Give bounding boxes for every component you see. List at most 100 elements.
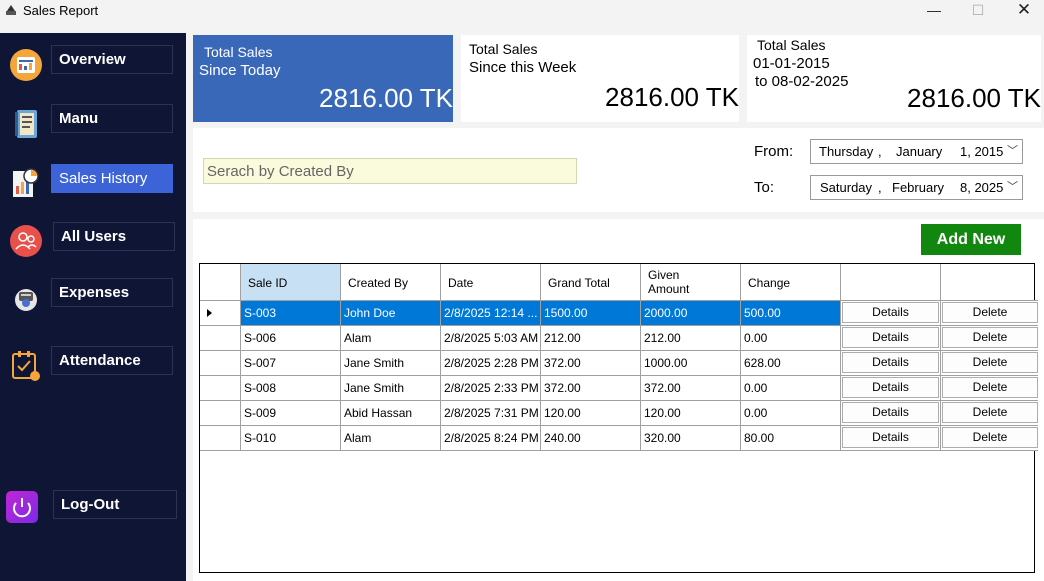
row-header[interactable] [200,401,241,426]
table-row[interactable]: S-003 John Doe 2/8/2025 12:14 ... 1500.00 20… [200,301,1038,326]
column-header-sale-id[interactable]: Sale ID [241,264,341,301]
table-cell[interactable]: 0.00 [741,401,841,426]
table-cell[interactable]: 2/8/2025 7:31 PM [441,401,541,426]
card-title: Total Sales [204,44,273,60]
card-sales-today: Total Sales Since Today 2816.00 TK [193,35,453,122]
row-header[interactable] [200,351,241,376]
column-header-created-by[interactable]: Created By [341,264,441,301]
sidebar-item-sales-history[interactable]: Sales History [0,162,186,202]
table-cell[interactable]: Jane Smith [341,351,441,376]
attendance-button[interactable]: Attendance [51,346,173,375]
sidebar-item-overview[interactable]: Overview [0,44,186,84]
table-cell[interactable]: 2/8/2025 5:03 AM [441,326,541,351]
title-bar: Sales Report — ☐ ✕ [0,0,1044,24]
card-sales-range: Total Sales 01-01-2015 to 08-02-2025 281… [747,35,1041,122]
table-cell[interactable]: Alam [341,326,441,351]
table-row[interactable]: S-009 Abid Hassan 2/8/2025 7:31 PM 120.00 12… [200,401,1038,426]
table-cell[interactable]: 500.00 [741,301,841,326]
to-sep: , [878,180,882,195]
column-header-given-amount[interactable]: Given Amount [641,264,741,301]
table-cell[interactable]: 372.00 [541,351,641,376]
manu-button[interactable]: Manu [51,104,173,133]
logout-button[interactable]: Log-Out [53,490,177,519]
table-row[interactable]: S-007 Jane Smith 2/8/2025 2:28 PM 372.00 100… [200,351,1038,376]
table-cell[interactable]: S-003 [241,301,341,326]
maximize-button[interactable]: ☐ [955,0,1001,22]
from-date-picker[interactable]: Thursday , January 1, 2015 ﹀ [810,139,1023,164]
table-cell[interactable]: 120.00 [541,401,641,426]
table-cell[interactable]: 320.00 [641,426,741,451]
table-cell[interactable]: 2000.00 [641,301,741,326]
delete-button[interactable]: Delete [942,352,1038,373]
row-header-corner [200,264,241,301]
from-day-year: 1, 2015 [960,144,1004,159]
details-button[interactable]: Details [842,302,939,323]
row-header[interactable] [200,376,241,401]
search-input[interactable] [203,158,577,184]
table-row[interactable]: S-010 Alam 2/8/2025 8:24 PM 240.00 320.00 80.… [200,426,1038,451]
column-header-grand-total[interactable]: Grand Total [541,264,641,301]
delete-button[interactable]: Delete [942,302,1038,323]
overview-button[interactable]: Overview [51,45,173,74]
table-cell[interactable]: 120.00 [641,401,741,426]
table-cell[interactable]: 372.00 [641,376,741,401]
column-header-change[interactable]: Change [741,264,841,301]
table-cell[interactable]: Jane Smith [341,376,441,401]
sidebar-item-attendance[interactable]: Attendance [0,344,186,384]
details-button[interactable]: Details [842,427,939,448]
table-cell[interactable]: S-009 [241,401,341,426]
table-cell[interactable]: Alam [341,426,441,451]
delete-button[interactable]: Delete [942,377,1038,398]
overview-icon [10,49,42,81]
add-new-button[interactable]: Add New [921,224,1021,255]
details-button[interactable]: Details [842,377,939,398]
delete-cell: Delete [941,401,1038,426]
sidebar-item-expenses[interactable]: Expenses [0,277,186,317]
sidebar-item-all-users[interactable]: All Users [0,220,186,260]
delete-button[interactable]: Delete [942,402,1038,423]
sidebar-item-manu[interactable]: Manu [0,103,186,143]
card-value: 2816.00 TK [907,83,1041,113]
sidebar-item-logout[interactable]: Log-Out [0,488,186,528]
table-cell[interactable]: S-007 [241,351,341,376]
close-button[interactable]: ✕ [1001,0,1044,22]
minimize-button[interactable]: — [911,0,957,22]
table-cell[interactable]: 212.00 [641,326,741,351]
table-cell[interactable]: 240.00 [541,426,641,451]
expenses-button[interactable]: Expenses [51,278,173,307]
row-header[interactable] [200,326,241,351]
column-header-date[interactable]: Date [441,264,541,301]
all-users-button[interactable]: All Users [53,222,175,251]
from-weekday: Thursday [819,144,874,159]
details-button[interactable]: Details [842,327,939,348]
table-cell[interactable]: John Doe [341,301,441,326]
card-range-end: to 08-02-2025 [755,73,849,90]
table-row[interactable]: S-006 Alam 2/8/2025 5:03 AM 212.00 212.00 0.0… [200,326,1038,351]
table-cell[interactable]: 0.00 [741,376,841,401]
table-cell[interactable]: 2/8/2025 2:33 PM [441,376,541,401]
card-sales-week: Total Sales Since this Week 2816.00 TK [461,35,739,122]
details-button[interactable]: Details [842,352,939,373]
to-date-picker[interactable]: Saturday , February 8, 2025 ﹀ [810,175,1023,200]
row-header[interactable] [200,301,241,326]
table-cell[interactable]: 0.00 [741,326,841,351]
table-cell[interactable]: Abid Hassan [341,401,441,426]
sales-history-button[interactable]: Sales History [51,164,173,193]
table-cell[interactable]: 80.00 [741,426,841,451]
table-cell[interactable]: 2/8/2025 2:28 PM [441,351,541,376]
table-cell[interactable]: 2/8/2025 12:14 ... [441,301,541,326]
table-cell[interactable]: 1500.00 [541,301,641,326]
delete-button[interactable]: Delete [942,327,1038,348]
table-cell[interactable]: S-006 [241,326,341,351]
table-cell[interactable]: 1000.00 [641,351,741,376]
table-cell[interactable]: 212.00 [541,326,641,351]
table-cell[interactable]: 372.00 [541,376,641,401]
details-button[interactable]: Details [842,402,939,423]
table-cell[interactable]: 628.00 [741,351,841,376]
table-cell[interactable]: S-008 [241,376,341,401]
table-cell[interactable]: S-010 [241,426,341,451]
row-header[interactable] [200,426,241,451]
table-cell[interactable]: 2/8/2025 8:24 PM [441,426,541,451]
table-row[interactable]: S-008 Jane Smith 2/8/2025 2:33 PM 372.00 372… [200,376,1038,401]
delete-button[interactable]: Delete [942,427,1038,448]
